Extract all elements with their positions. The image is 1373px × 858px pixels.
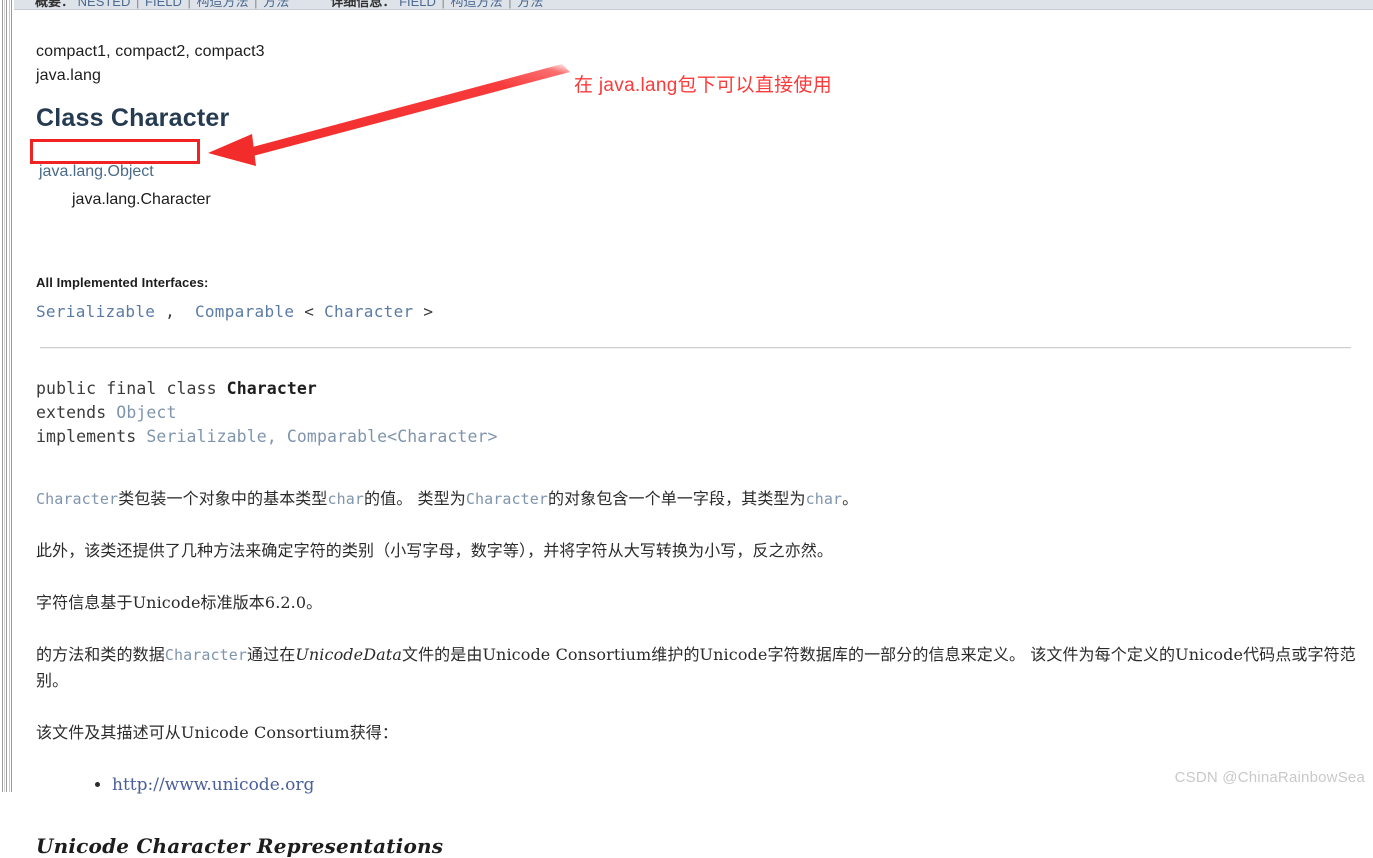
- list-item: http://www.unicode.org: [112, 772, 1359, 798]
- detail-nav-group: 详细信息： FIELD | 构造方法 | 方法: [330, 0, 543, 9]
- declaration-line-1: public final class Character: [36, 377, 1359, 401]
- nav-detail-link-constructor[interactable]: 构造方法: [451, 0, 503, 9]
- description-paragraph-2: 此外，该类还提供了几种方法来确定字符的类别（小写字母，数字等），并将字符从大写转…: [36, 541, 834, 560]
- section-divider: [40, 347, 1351, 349]
- interface-link-serializable[interactable]: Serializable: [36, 302, 155, 321]
- nav-link-constructor[interactable]: 构造方法: [197, 0, 249, 9]
- javadoc-subnav-bar: 概要： NESTED | FIELD | 构造方法 | 方法 详细信息： FIE…: [14, 0, 1373, 10]
- declaration-extends-keyword: extends: [36, 403, 117, 422]
- frame-rule: [2, 0, 3, 792]
- nav-detail-link-field[interactable]: FIELD: [399, 0, 436, 9]
- frame-rule: [6, 0, 7, 792]
- frame-rule: [9, 0, 10, 792]
- p1-text-h: 。: [842, 489, 859, 508]
- nav-separator: |: [187, 0, 191, 9]
- nav-separator: |: [441, 0, 445, 9]
- annotation-text: 在 java.lang包下可以直接使用: [574, 75, 833, 96]
- description-paragraph-3: 字符信息基于Unicode标准版本6.2.0。: [36, 593, 323, 612]
- declaration-interfaces-link[interactable]: Serializable, Comparable<Character>: [146, 427, 497, 446]
- inheritance-level-1: java.lang.Character: [72, 191, 211, 208]
- nav-separator: |: [254, 0, 258, 9]
- declaration-class-name: Character: [226, 379, 317, 398]
- reference-link-list: http://www.unicode.org: [36, 772, 1359, 798]
- declaration-line-2: extends Object: [36, 401, 1359, 425]
- declaration-line-3: implements Serializable, Comparable<Char…: [36, 425, 1359, 449]
- inheritance-level-0: java.lang.Object: [36, 157, 1359, 187]
- p4-text-a: 的方法和类的数据: [36, 645, 165, 664]
- link-unicode-org[interactable]: http://www.unicode.org: [112, 775, 314, 795]
- declaration-supertype-link[interactable]: Object: [116, 403, 176, 422]
- nav-link-method[interactable]: 方法: [263, 0, 289, 9]
- p4-text-c: 通过在: [247, 645, 296, 664]
- section-heading-unicode-char-repr: Unicode Character Representations: [36, 834, 444, 858]
- csdn-watermark: CSDN @ChinaRainbowSea: [1174, 769, 1365, 786]
- nav-link-nested[interactable]: NESTED: [78, 0, 131, 9]
- javadoc-content-pane: compact1, compact2, compact3 java.lang C…: [14, 10, 1373, 858]
- declaration-modifiers: public final class: [36, 379, 227, 398]
- nav-link-field[interactable]: FIELD: [145, 0, 182, 9]
- summary-label: 概要：: [35, 0, 75, 9]
- generic-open-angle: <: [294, 302, 325, 321]
- inline-code-character-3: Character: [164, 646, 247, 664]
- inheritance-tree: java.lang.Object java.lang.Character: [36, 157, 1359, 212]
- generic-close-angle: >: [413, 302, 434, 321]
- p1-text-d: 的值。 类型为: [364, 489, 466, 508]
- summary-nav-group: 概要： NESTED | FIELD | 构造方法 | 方法: [35, 0, 289, 9]
- interface-comma: ,: [155, 302, 195, 321]
- p1-text-f: 的对象包含一个单一字段，其类型为: [548, 489, 806, 508]
- inline-code-char-1: char: [327, 490, 365, 508]
- page-title: Class Character: [36, 104, 230, 132]
- inline-code-char-2: char: [805, 490, 843, 508]
- emphasis-unicodedata: UnicodeData: [295, 645, 402, 664]
- implemented-interfaces-list: Serializable , Comparable < Character >: [36, 302, 1359, 321]
- nav-separator: |: [508, 0, 512, 9]
- detail-label: 详细信息：: [330, 0, 396, 9]
- description-paragraph-1: Character类包装一个对象中的基本类型char的值。 类型为Charact…: [36, 486, 1359, 512]
- nav-separator: |: [136, 0, 140, 9]
- inheritance-link-object[interactable]: java.lang.Object: [36, 157, 157, 187]
- description-paragraph-5: 该文件及其描述可从Unicode Consortium获得：: [36, 723, 398, 742]
- declaration-implements-keyword: implements: [36, 427, 147, 446]
- sub-packages-line: compact1, compact2, compact3: [36, 43, 265, 60]
- window-frame-gutter: [0, 0, 14, 792]
- implemented-interfaces-heading: All Implemented Interfaces:: [36, 275, 209, 290]
- class-declaration: public final class Character extends Obj…: [36, 377, 1359, 449]
- description-paragraph-4: 的方法和类的数据Character通过在UnicodeData文件的是由Unic…: [36, 642, 1359, 694]
- frame-rule: [11, 0, 12, 792]
- p1-text-b: 类包装一个对象中的基本类型: [118, 489, 328, 508]
- inline-code-character-2: Character: [465, 490, 549, 508]
- inline-code-character-1: Character: [36, 490, 119, 508]
- frame-rule: [4, 0, 5, 792]
- interface-link-character[interactable]: Character: [324, 302, 413, 321]
- interface-link-comparable[interactable]: Comparable: [195, 302, 294, 321]
- nav-detail-link-method[interactable]: 方法: [517, 0, 543, 9]
